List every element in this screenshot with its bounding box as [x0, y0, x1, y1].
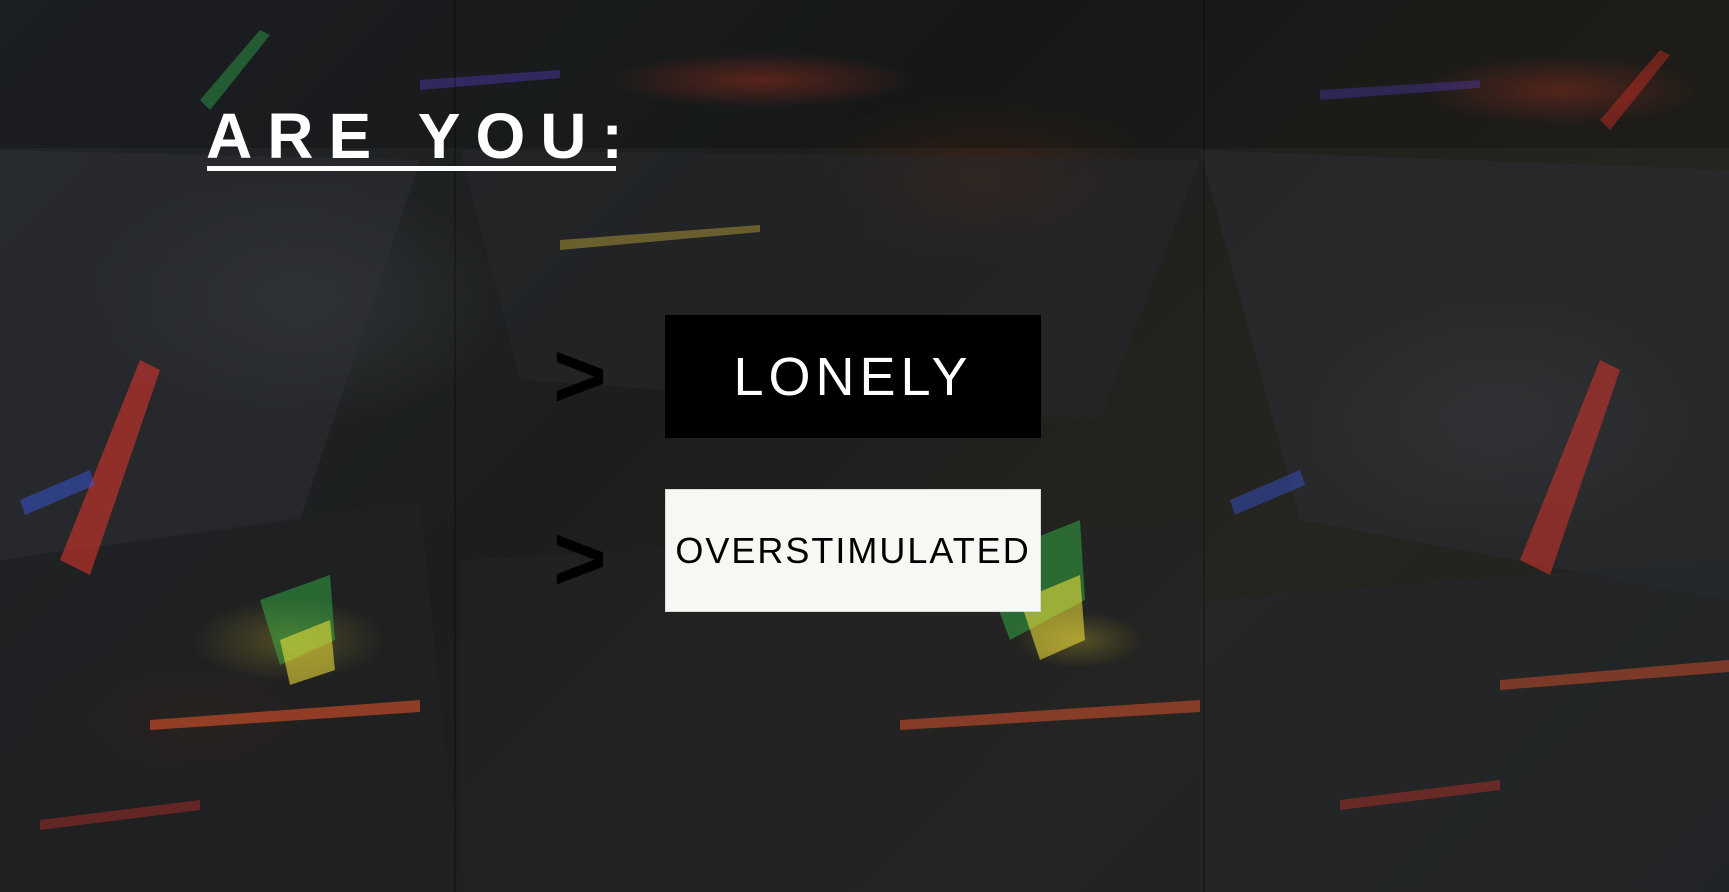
option-overstimulated-button[interactable]: OVERSTIMULATED	[665, 489, 1041, 612]
arrow-icon: >	[553, 325, 607, 427]
title-underline	[207, 166, 616, 171]
page: ARE YOU: > LONELY > OVERSTIMULATED	[0, 0, 1729, 892]
arrow-icon: >	[553, 508, 607, 610]
option-lonely-button[interactable]: LONELY	[665, 315, 1041, 438]
seam	[1203, 0, 1205, 892]
page-title: ARE YOU:	[206, 100, 638, 172]
